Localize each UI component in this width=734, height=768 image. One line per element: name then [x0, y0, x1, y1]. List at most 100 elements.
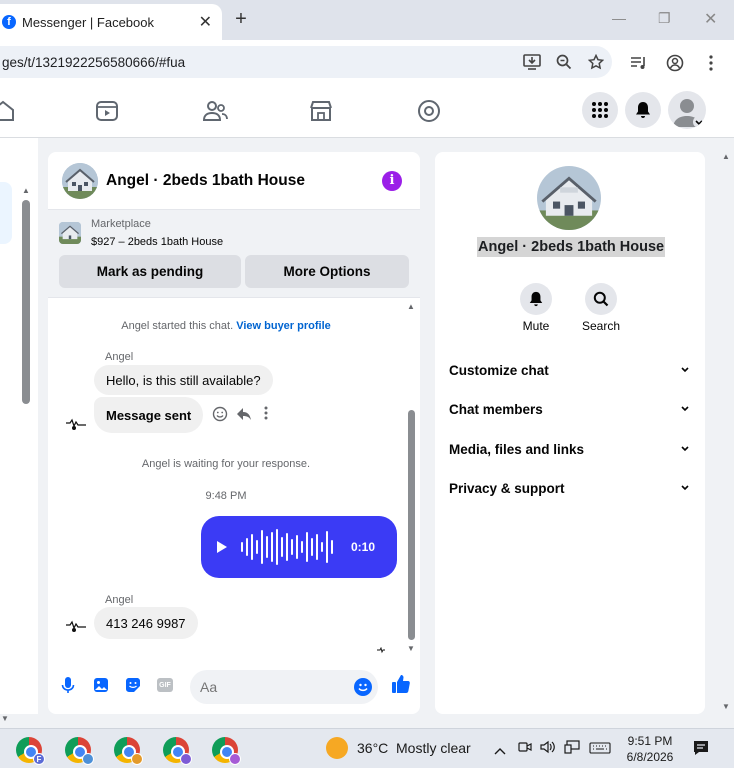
chat-info-avatar[interactable] — [537, 166, 601, 230]
chevron-down-icon — [681, 405, 689, 413]
left-scroll-down-arrow[interactable]: ▼ — [1, 714, 9, 723]
show-hidden-icons-icon[interactable] — [494, 742, 506, 760]
mark-as-pending-button[interactable]: Mark as pending — [59, 255, 241, 288]
conversation-title[interactable]: Angel · 2beds 1bath House — [106, 172, 382, 190]
play-icon[interactable] — [217, 541, 227, 553]
clock-date: 6/8/2026 — [626, 750, 674, 764]
reply-icon[interactable] — [236, 406, 252, 422]
facebook-favicon-icon: f — [2, 15, 16, 29]
restore-button[interactable]: ❐ — [658, 10, 671, 27]
meet-now-icon[interactable] — [518, 740, 532, 759]
friends-icon[interactable] — [202, 98, 228, 124]
chrome-app-icon[interactable] — [114, 737, 143, 765]
windows-taskbar: F 36°C Mostly clear 9:51 PM 6/8/2026 — [0, 728, 734, 768]
react-emoji-icon[interactable] — [212, 406, 228, 422]
system-clock[interactable]: 9:51 PM 6/8/2026 — [622, 733, 678, 765]
volume-icon[interactable] — [540, 740, 556, 759]
install-app-icon[interactable] — [516, 54, 548, 70]
profile-icon[interactable] — [664, 52, 686, 74]
listing-title[interactable]: $927 – 2beds 1bath House — [91, 236, 223, 248]
messages-scroll-up-arrow[interactable]: ▲ — [407, 302, 415, 311]
bookmark-star-icon[interactable] — [580, 54, 612, 70]
window-close-button[interactable]: ✕ — [704, 9, 717, 29]
weather-condition[interactable]: Mostly clear — [396, 740, 471, 756]
house-avatar[interactable] — [62, 162, 98, 199]
chat-members-section[interactable]: Chat members — [449, 398, 689, 420]
new-tab-button[interactable]: + — [230, 8, 252, 30]
address-bar[interactable]: ges/t/1321922256580666/#fua — [0, 46, 612, 78]
voice-message-bubble[interactable]: 0:10 — [201, 516, 397, 578]
message-bubble[interactable]: 413 246 9987 — [94, 607, 198, 639]
home-icon[interactable] — [0, 98, 16, 124]
conversation-header: Angel · 2beds 1bath House i — [48, 152, 420, 210]
gif-label: GIF — [157, 678, 173, 692]
conversation-panel: Angel · 2beds 1bath House i Marketplace … — [48, 152, 420, 714]
waiting-notice: Angel is waiting for your response. — [141, 458, 311, 470]
notifications-bell-button[interactable] — [625, 92, 661, 128]
notification-center-icon[interactable] — [692, 739, 710, 762]
photo-icon[interactable] — [91, 675, 111, 695]
browser-toolbar: ges/t/1321922256580666/#fua — [0, 40, 734, 84]
messages-scrollbar[interactable] — [408, 410, 415, 640]
zoom-icon[interactable] — [548, 54, 580, 70]
message-list: ▲ ▼ Angel started this chat. View buyer … — [48, 298, 420, 654]
keyboard-icon[interactable] — [589, 741, 611, 759]
mute-label: Mute — [522, 319, 550, 333]
media-control-icon[interactable] — [628, 52, 650, 74]
marketplace-icon[interactable] — [308, 98, 334, 124]
scroll-up-arrow[interactable]: ▲ — [22, 186, 30, 195]
microphone-icon[interactable] — [58, 675, 78, 695]
chat-started-notice: Angel started this chat. View buyer prof… — [48, 320, 404, 332]
message-bubble[interactable]: Message sent — [94, 397, 204, 433]
sender-avatar-icon — [65, 620, 86, 634]
browser-tab[interactable]: f Messenger | Facebook ✕ — [0, 4, 222, 40]
sticker-icon[interactable] — [123, 675, 143, 695]
listing-thumbnail[interactable] — [59, 222, 81, 244]
search-in-chat-button[interactable] — [585, 283, 617, 315]
chat-info-title: Angel · 2beds 1bath House — [477, 237, 666, 257]
chrome-app-icon[interactable]: F — [16, 737, 45, 765]
timestamp: 9:48 PM — [205, 490, 247, 502]
chat-started-text: Angel started this chat. — [121, 320, 234, 332]
page-scroll-up-arrow[interactable]: ▲ — [722, 152, 730, 161]
like-thumb-icon[interactable] — [390, 673, 412, 695]
gaming-icon[interactable] — [416, 98, 442, 124]
minimize-button[interactable]: — — [612, 10, 626, 26]
profile-badge-icon — [131, 753, 143, 765]
chat-list-scrollbar[interactable] — [22, 200, 30, 404]
more-actions-icon[interactable] — [264, 406, 274, 422]
chrome-app-icon[interactable] — [212, 737, 241, 765]
emoji-icon[interactable] — [354, 678, 372, 696]
chrome-app-icon[interactable] — [163, 737, 192, 765]
weather-moon-icon[interactable] — [326, 737, 348, 759]
page-scrollbar[interactable]: ▲ ▼ — [721, 152, 732, 712]
account-avatar[interactable] — [668, 91, 706, 129]
privacy-support-section[interactable]: Privacy & support — [449, 477, 689, 499]
message-input[interactable] — [190, 670, 378, 704]
tab-close-icon[interactable]: ✕ — [199, 12, 212, 32]
chevron-down-icon — [681, 366, 689, 374]
customize-chat-section[interactable]: Customize chat — [449, 359, 689, 381]
section-label: Chat members — [449, 401, 543, 417]
chevron-down-icon — [681, 445, 689, 453]
mute-button[interactable] — [520, 283, 552, 315]
network-icon[interactable] — [564, 740, 580, 759]
chrome-app-icon[interactable] — [65, 737, 94, 765]
marketplace-label: Marketplace — [91, 218, 151, 230]
info-icon[interactable]: i — [382, 170, 402, 191]
watch-icon[interactable] — [94, 98, 120, 124]
messages-scroll-down-arrow[interactable]: ▼ — [407, 644, 415, 653]
browser-menu-icon[interactable] — [700, 52, 722, 74]
menu-grid-button[interactable] — [582, 92, 618, 128]
selected-chat-indicator — [0, 182, 12, 244]
marketplace-banner: Marketplace $927 – 2beds 1bath House Mar… — [48, 210, 420, 298]
more-options-button[interactable]: More Options — [245, 255, 409, 288]
view-buyer-profile-link[interactable]: View buyer profile — [236, 320, 331, 332]
sender-name: Angel — [105, 351, 134, 363]
media-files-links-section[interactable]: Media, files and links — [449, 438, 689, 460]
temperature[interactable]: 36°C — [357, 740, 388, 756]
chat-list-strip: ▲ — [0, 138, 38, 714]
gif-icon[interactable]: GIF — [155, 675, 175, 695]
message-bubble[interactable]: Hello, is this still available? — [94, 365, 273, 395]
page-scroll-down-arrow[interactable]: ▼ — [722, 702, 730, 711]
